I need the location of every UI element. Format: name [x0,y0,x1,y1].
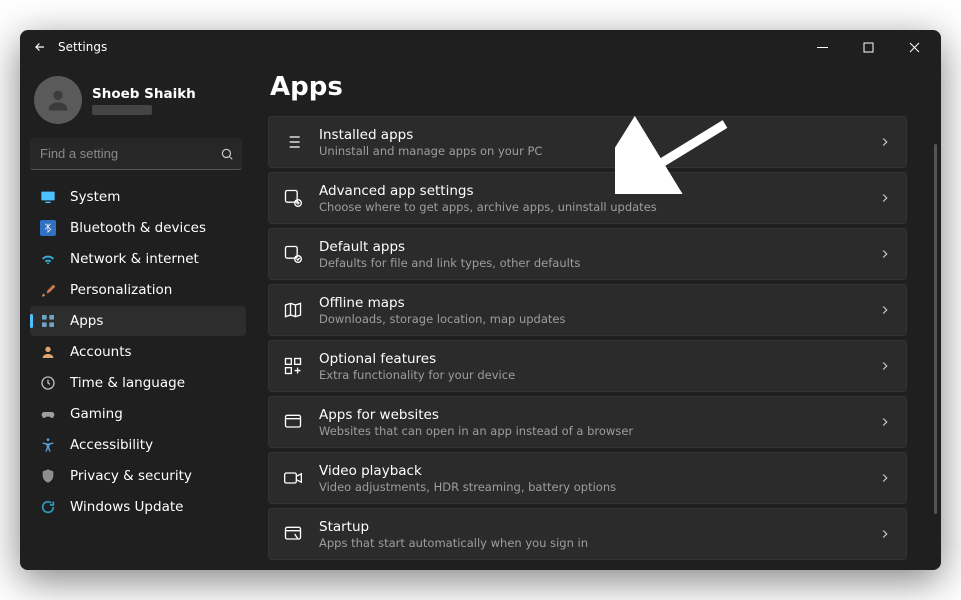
shield-icon [40,468,56,484]
nav-list: System Bluetooth & devices Network & int… [30,182,246,522]
bluetooth-icon [40,220,56,236]
sidebar-item-bluetooth[interactable]: Bluetooth & devices [30,213,246,243]
sidebar-item-system[interactable]: System [30,182,246,212]
sidebar-item-network[interactable]: Network & internet [30,244,246,274]
sidebar-item-label: Windows Update [70,499,183,515]
sidebar-item-label: Apps [70,313,103,329]
chevron-right-icon [878,527,892,541]
display-icon [40,189,56,205]
card-advanced-app-settings[interactable]: Advanced app settings Choose where to ge… [268,172,907,224]
window-controls [799,30,937,64]
chevron-right-icon [878,247,892,261]
web-app-icon [283,412,303,432]
sidebar-item-label: Accounts [70,344,132,360]
sidebar: Shoeb Shaikh System Bluetooth & devices [20,64,250,570]
wifi-icon [40,251,56,267]
settings-list: Installed apps Uninstall and manage apps… [268,116,911,560]
settings-window: Settings Shoeb Shaikh [20,30,941,570]
card-sub: Apps that start automatically when you s… [319,536,862,550]
list-icon [283,132,303,152]
apps-icon [40,313,56,329]
card-sub: Uninstall and manage apps on your PC [319,144,862,158]
chevron-right-icon [878,359,892,373]
card-title: Apps for websites [319,407,862,423]
card-video-playback[interactable]: Video playback Video adjustments, HDR st… [268,452,907,504]
card-title: Default apps [319,239,862,255]
gamepad-icon [40,406,56,422]
card-title: Advanced app settings [319,183,862,199]
sidebar-item-label: System [70,189,120,205]
video-icon [283,468,303,488]
minimize-button[interactable] [799,30,845,64]
card-sub: Defaults for file and link types, other … [319,256,862,270]
maximize-button[interactable] [845,30,891,64]
sidebar-item-windows-update[interactable]: Windows Update [30,492,246,522]
map-icon [283,300,303,320]
sidebar-item-accessibility[interactable]: Accessibility [30,430,246,460]
chevron-right-icon [878,135,892,149]
chevron-right-icon [878,303,892,317]
card-installed-apps[interactable]: Installed apps Uninstall and manage apps… [268,116,907,168]
card-offline-maps[interactable]: Offline maps Downloads, storage location… [268,284,907,336]
default-app-icon [283,244,303,264]
back-button[interactable] [24,31,56,63]
chevron-right-icon [878,471,892,485]
sidebar-item-label: Personalization [70,282,172,298]
person-icon [40,344,56,360]
sidebar-item-time-language[interactable]: Time & language [30,368,246,398]
scrollbar[interactable] [934,144,937,514]
user-text: Shoeb Shaikh [92,86,196,115]
card-sub: Downloads, storage location, map updates [319,312,862,326]
search-input[interactable] [38,145,220,162]
card-title: Video playback [319,463,862,479]
accessibility-icon [40,437,56,453]
chevron-right-icon [878,415,892,429]
update-icon [40,499,56,515]
card-title: Startup [319,519,862,535]
sidebar-item-label: Accessibility [70,437,153,453]
main-panel: Apps Installed apps Uninstall and manage… [250,64,941,570]
sidebar-item-privacy[interactable]: Privacy & security [30,461,246,491]
card-sub: Video adjustments, HDR streaming, batter… [319,480,862,494]
avatar [34,76,82,124]
startup-icon [283,524,303,544]
card-title: Installed apps [319,127,862,143]
user-email-redacted [92,105,152,115]
user-name: Shoeb Shaikh [92,86,196,102]
sidebar-item-label: Gaming [70,406,123,422]
card-title: Optional features [319,351,862,367]
page-title: Apps [270,72,911,102]
app-title: Settings [58,40,107,54]
sidebar-item-accounts[interactable]: Accounts [30,337,246,367]
card-sub: Websites that can open in an app instead… [319,424,862,438]
sidebar-item-gaming[interactable]: Gaming [30,399,246,429]
sidebar-item-personalization[interactable]: Personalization [30,275,246,305]
card-startup[interactable]: Startup Apps that start automatically wh… [268,508,907,560]
sidebar-item-label: Bluetooth & devices [70,220,206,236]
card-title: Offline maps [319,295,862,311]
grid-plus-icon [283,356,303,376]
card-apps-for-websites[interactable]: Apps for websites Websites that can open… [268,396,907,448]
card-sub: Choose where to get apps, archive apps, … [319,200,862,214]
clock-icon [40,375,56,391]
card-optional-features[interactable]: Optional features Extra functionality fo… [268,340,907,392]
chevron-right-icon [878,191,892,205]
search-box[interactable] [30,138,242,170]
card-sub: Extra functionality for your device [319,368,862,382]
user-row[interactable]: Shoeb Shaikh [30,70,246,134]
card-default-apps[interactable]: Default apps Defaults for file and link … [268,228,907,280]
close-button[interactable] [891,30,937,64]
sidebar-item-apps[interactable]: Apps [30,306,246,336]
search-icon [220,147,234,161]
sidebar-item-label: Privacy & security [70,468,192,484]
brush-icon [40,282,56,298]
titlebar: Settings [20,30,941,64]
settings-app-icon [283,188,303,208]
sidebar-item-label: Time & language [70,375,185,391]
sidebar-item-label: Network & internet [70,251,199,267]
